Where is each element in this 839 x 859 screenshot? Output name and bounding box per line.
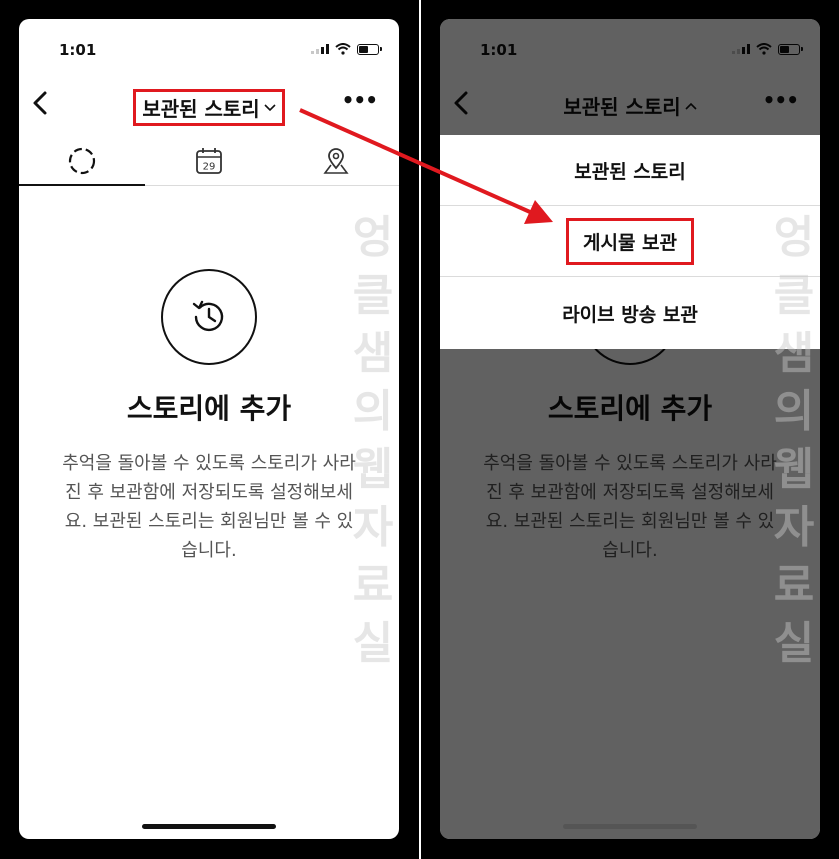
home-indicator[interactable]: [563, 824, 697, 829]
empty-state-circle: [161, 269, 257, 365]
menu-item-live-archive[interactable]: 라이브 방송 보관: [440, 277, 820, 349]
watermark: 엉클샘의웹자료실: [773, 212, 815, 669]
phone-screen-left: 1:01 보관된 스토리 ••• 29 스토리에 추가 추억을 돌아볼 수 있도…: [19, 19, 399, 839]
menu-item-story-archive[interactable]: 보관된 스토리: [440, 135, 820, 206]
empty-state: 스토리에 추가 추억을 돌아볼 수 있도록 스토리가 사라진 후 보관함에 저장…: [19, 269, 399, 565]
status-time: 1:01: [59, 41, 97, 59]
empty-state-description: 추억을 돌아볼 수 있도록 스토리가 사라진 후 보관함에 저장되도록 설정해보…: [62, 453, 356, 561]
home-indicator[interactable]: [142, 824, 276, 829]
archive-tabs: 29: [19, 137, 399, 186]
calendar-icon: 29: [196, 148, 222, 174]
archive-type-dropdown[interactable]: 보관된 스토리: [133, 89, 285, 126]
more-options-icon[interactable]: •••: [342, 90, 378, 110]
tab-stories[interactable]: [19, 137, 145, 186]
location-pin-icon: [323, 148, 349, 174]
tab-calendar[interactable]: 29: [146, 137, 272, 185]
header: 보관된 스토리 •••: [19, 81, 399, 126]
signal-icon: [311, 44, 329, 54]
story-ring-icon: [68, 147, 96, 175]
menu-item-post-archive[interactable]: 게시물 보관: [440, 206, 820, 277]
chevron-down-icon: [264, 103, 276, 111]
page-title: 보관된 스토리: [142, 97, 260, 121]
watermark: 엉클샘의웹자료실: [352, 212, 394, 669]
history-clock-icon: [192, 300, 224, 332]
empty-state-title: 스토리에 추가: [126, 392, 292, 425]
phone-screen-right: 1:01 보관된 스토리 ••• 스토리에 추가 추억을 돌아볼 수 있도록 스…: [440, 19, 820, 839]
highlight-box: 게시물 보관: [565, 217, 694, 265]
archive-dropdown-menu: 보관된 스토리 게시물 보관 라이브 방송 보관: [440, 135, 820, 349]
tab-map[interactable]: [273, 137, 399, 185]
calendar-day-label: 29: [203, 162, 216, 173]
wifi-icon: [335, 43, 351, 55]
panel-divider: [419, 0, 421, 859]
battery-icon: [357, 43, 382, 55]
status-icons: [311, 43, 382, 55]
